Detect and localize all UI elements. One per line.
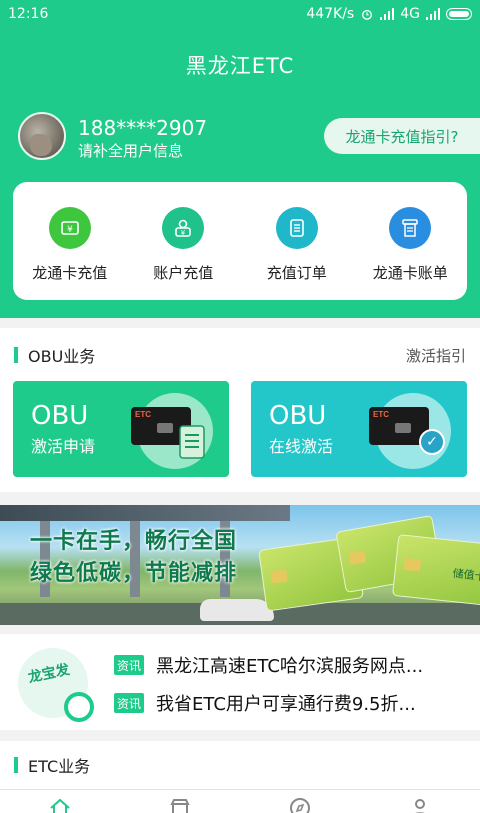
status-bar: 12:16 447K/s 4G — [0, 0, 480, 28]
network-speed: 447K/s — [306, 6, 355, 22]
etc-section-header: ETC业务 — [0, 741, 480, 789]
section-accent-bar — [14, 347, 18, 363]
signal-icon-2 — [426, 8, 440, 20]
toll-station-roof — [0, 505, 290, 521]
compass-icon — [290, 798, 310, 813]
banner-slogan-2: 绿色低碳，节能减排 — [30, 561, 238, 586]
magnifier-icon — [64, 692, 94, 722]
card-label: 储值卡 — [452, 566, 480, 584]
mascot-text: 龙宝发 — [26, 661, 72, 687]
bottom-nav — [0, 789, 480, 813]
avatar[interactable] — [18, 112, 66, 160]
news-title: 我省ETC用户可享通行费9.5折... — [156, 694, 416, 715]
news-tag: 资讯 — [114, 693, 144, 713]
shop-icon — [170, 799, 190, 813]
news-item[interactable]: 资讯 我省ETC用户可享通行费9.5折... — [114, 690, 416, 716]
page-title: 黑龙江ETC — [185, 54, 295, 78]
promo-banner[interactable]: 一卡在手，畅行全国 绿色低碳，节能减排 储值卡 储值卡 — [0, 505, 480, 625]
alarm-icon — [362, 9, 373, 20]
obu-card-title: OBU — [269, 401, 327, 431]
obu-section-title: OBU业务 — [28, 347, 96, 366]
news-section: 龙宝发 资讯 黑龙江高速ETC哈尔滨服务网点... 资讯 我省ETC用户可享通行… — [0, 634, 480, 730]
quick-action-account-recharge[interactable]: ¥ 账户充值 — [127, 182, 241, 300]
quick-action-label: 充值订单 — [266, 264, 327, 282]
battery-icon — [446, 8, 472, 20]
user-phone: 188****2907 — [78, 116, 208, 140]
news-tag: 资讯 — [114, 655, 144, 675]
quick-action-card-bill[interactable]: 龙通卡账单 — [354, 182, 468, 300]
obu-activation-apply-card[interactable]: OBU 激活申请 — [13, 381, 229, 477]
mascot-image: 龙宝发 — [18, 648, 94, 722]
obu-online-activation-card[interactable]: OBU 在线激活 ✓ — [251, 381, 467, 477]
quick-action-recharge-orders[interactable]: 充值订单 — [240, 182, 354, 300]
complete-profile-link[interactable]: 请补全用户信息 — [78, 140, 183, 161]
card-chip — [403, 557, 421, 572]
status-right: 447K/s 4G — [306, 6, 472, 22]
svg-text:¥: ¥ — [67, 225, 73, 235]
check-icon: ✓ — [419, 429, 445, 455]
activation-guide-link[interactable]: 激活指引 — [406, 345, 466, 366]
quick-action-label: 龙通卡充值 — [32, 264, 108, 282]
nav-shop[interactable] — [120, 790, 240, 813]
order-list-icon — [275, 207, 318, 249]
application-form-icon — [179, 425, 205, 459]
section-accent-bar — [14, 757, 18, 773]
quick-action-card-recharge[interactable]: ¥ 龙通卡充值 — [13, 182, 127, 300]
news-item[interactable]: 资讯 黑龙江高速ETC哈尔滨服务网点... — [114, 652, 423, 678]
account-yuan-icon: ¥ — [162, 207, 205, 249]
nav-discover[interactable] — [240, 790, 360, 813]
quick-actions-card: ¥ 龙通卡充值 ¥ 账户充值 充值订单 龙通卡账单 — [13, 182, 467, 300]
card-chip — [270, 569, 288, 584]
bill-icon — [389, 207, 432, 249]
quick-action-label: 账户充值 — [153, 264, 214, 282]
network-type: 4G — [400, 6, 420, 22]
obu-card-title: OBU — [31, 401, 89, 431]
obu-section-header: OBU业务 激活指引 — [0, 328, 480, 382]
nav-home[interactable] — [0, 790, 120, 813]
recharge-guide-button[interactable]: 龙通卡充值指引? — [324, 118, 480, 154]
quick-action-label: 龙通卡账单 — [372, 264, 448, 282]
car-illustration — [200, 599, 274, 621]
signal-icon — [380, 8, 395, 20]
home-icon — [50, 798, 70, 813]
svg-text:¥: ¥ — [181, 229, 186, 237]
obu-card-subtitle: 激活申请 — [31, 437, 96, 456]
news-title: 黑龙江高速ETC哈尔滨服务网点... — [156, 656, 424, 677]
nav-profile[interactable] — [360, 790, 480, 813]
banner-slogan-1: 一卡在手，畅行全国 — [30, 529, 238, 554]
stored-value-card-image: 储值卡 — [392, 534, 480, 606]
status-time: 12:16 — [8, 6, 49, 22]
card-chip — [348, 550, 367, 565]
obu-card-subtitle: 在线激活 — [269, 437, 334, 456]
etc-section-title: ETC业务 — [28, 757, 91, 776]
profile-icon — [415, 799, 425, 813]
card-yuan-icon: ¥ — [48, 207, 91, 249]
